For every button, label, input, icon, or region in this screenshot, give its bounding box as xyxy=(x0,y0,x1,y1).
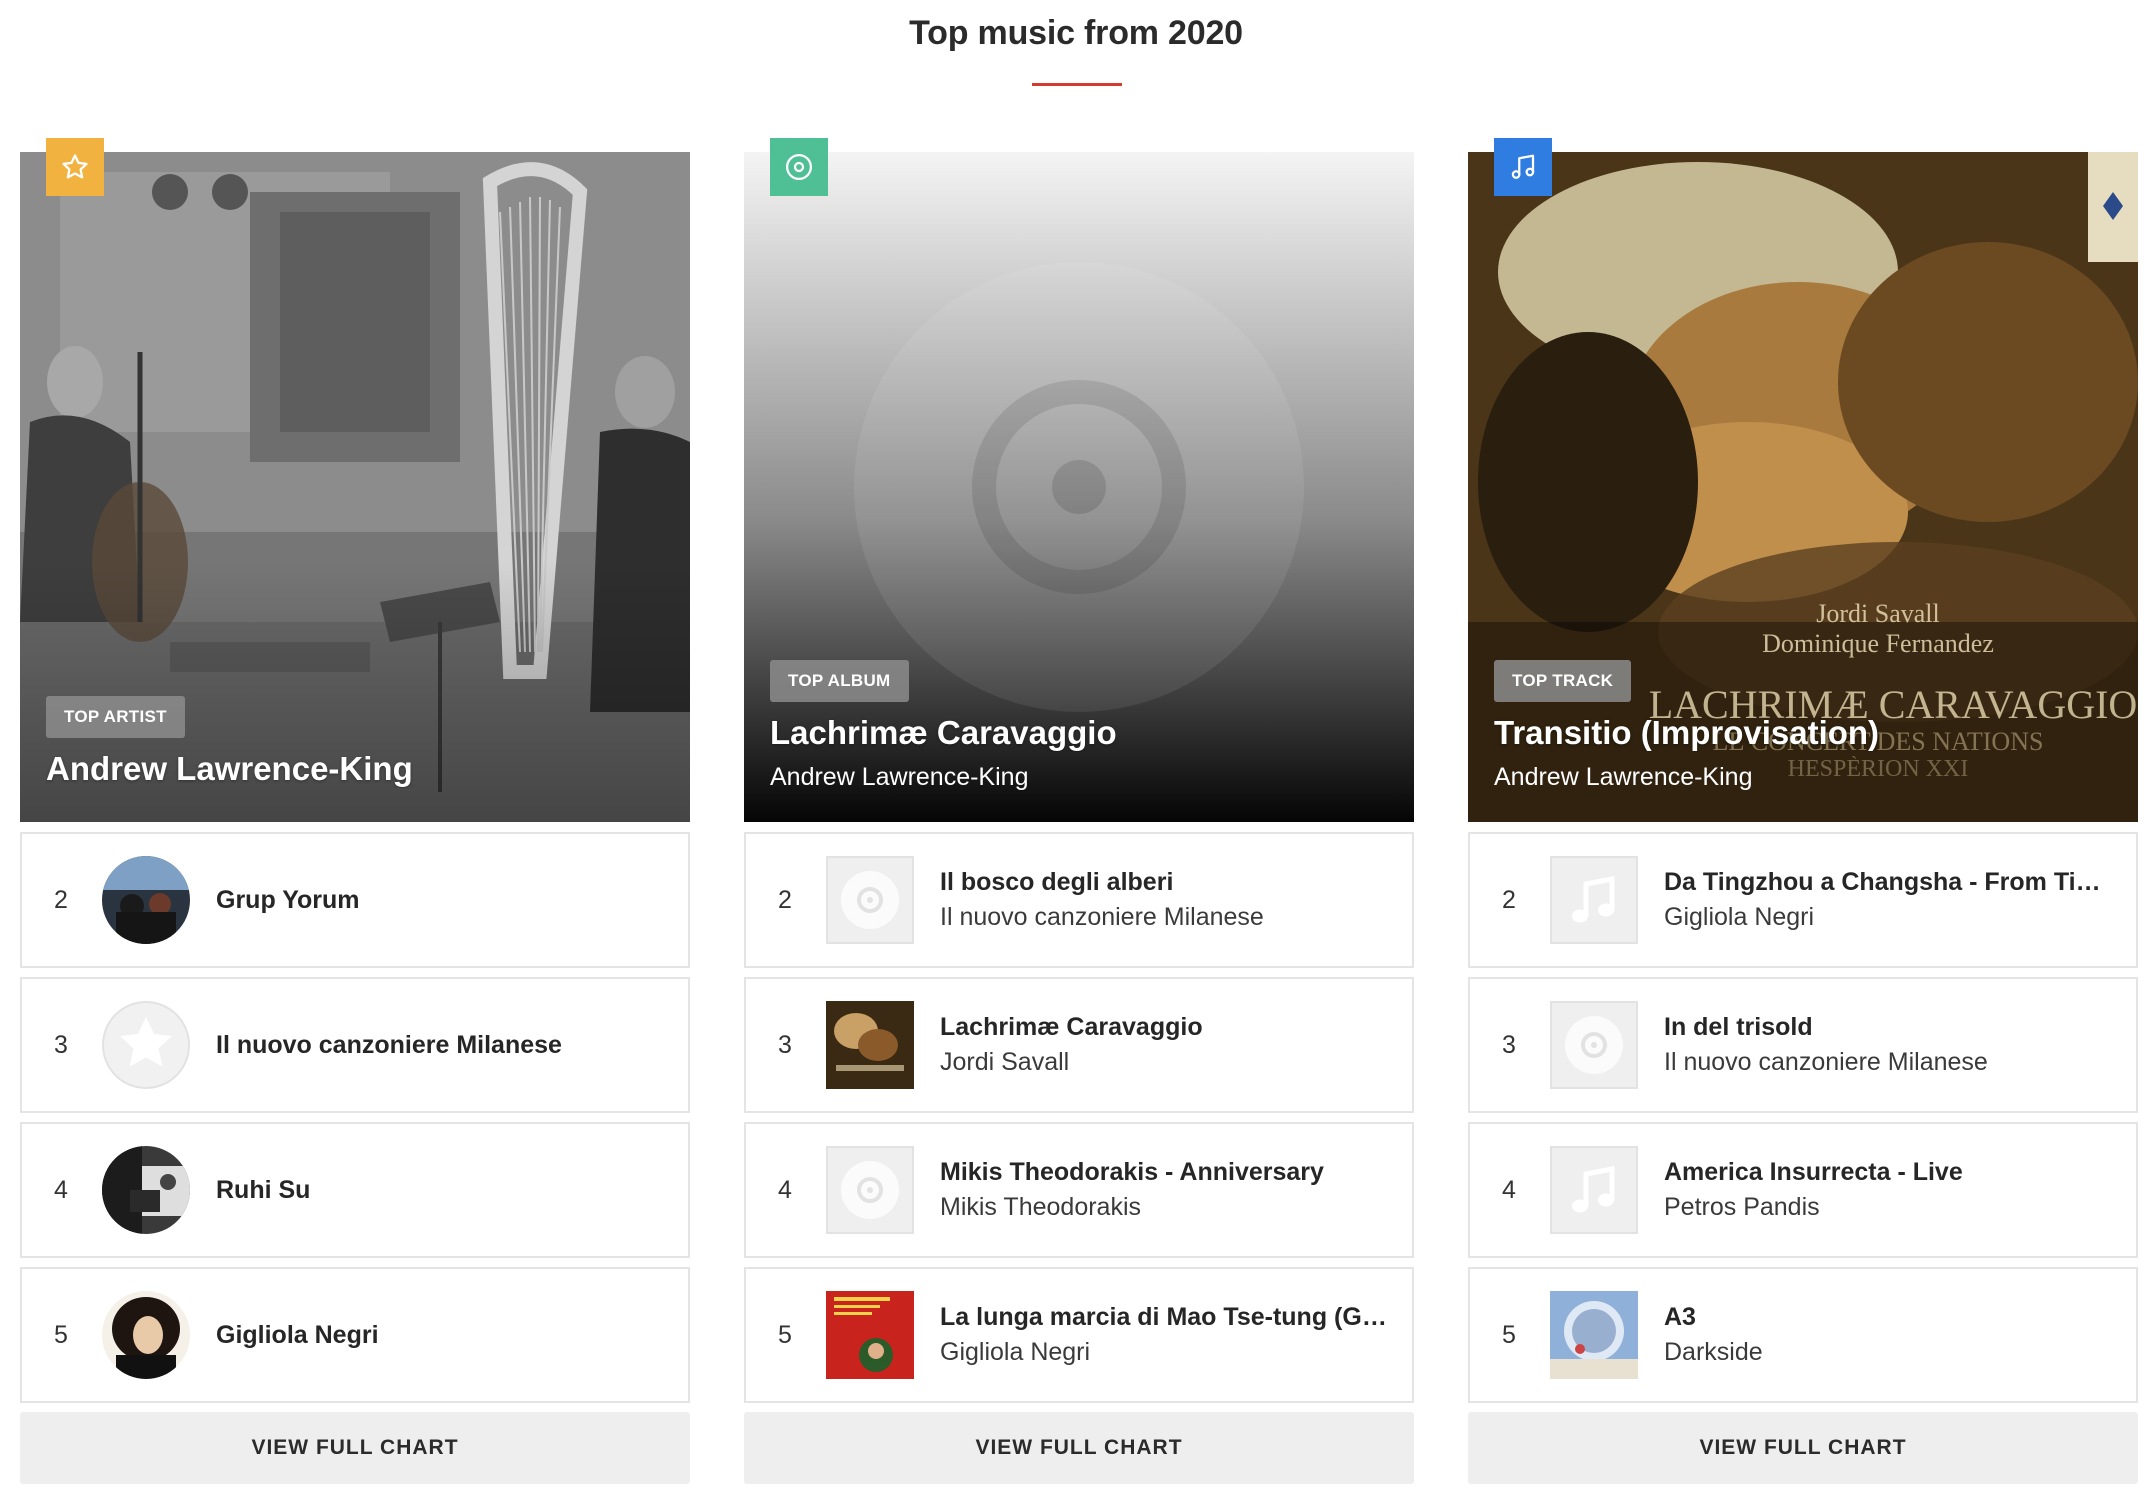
list-item[interactable]: 2 Da Tingzhou a Changsha - From Tingzhou… xyxy=(1468,832,2138,968)
item-title: A3 xyxy=(1664,1303,1696,1331)
item-title: Lachrimæ Caravaggio xyxy=(940,1013,1203,1041)
hero-type-label: TOP ALBUM xyxy=(770,660,909,702)
top-tracks-column: Jordi Savall Dominique Fernandez LACHRIM… xyxy=(1468,138,2138,1484)
item-title: Grup Yorum xyxy=(216,885,360,914)
rank-number: 2 xyxy=(778,885,792,914)
hero-type-label: TOP ARTIST xyxy=(46,696,185,738)
album-cover xyxy=(826,1001,914,1089)
item-title: America Insurrecta - Live xyxy=(1664,1158,1963,1186)
album-cover xyxy=(826,1291,914,1379)
list-item[interactable]: 3 Lachrimæ Caravaggio Jordi Savall xyxy=(744,977,1414,1113)
view-full-chart-button[interactable]: VIEW FULL CHART xyxy=(744,1412,1414,1484)
rank-number: 4 xyxy=(778,1175,792,1204)
item-title: Il nuovo canzoniere Milanese xyxy=(216,1030,562,1059)
artist-photo xyxy=(102,1146,190,1234)
view-full-chart-button[interactable]: VIEW FULL CHART xyxy=(20,1412,690,1484)
list-item[interactable]: 5 Gigliola Negri xyxy=(20,1267,690,1403)
item-title: Mikis Theodorakis - Anniversary xyxy=(940,1158,1324,1186)
title-divider xyxy=(1032,83,1122,86)
item-artist: Jordi Savall xyxy=(940,1048,1070,1076)
list-item[interactable]: 4 America Insurrecta - Live Petros Pandi… xyxy=(1468,1122,2138,1258)
list-item[interactable]: 3 In del trisold Il nuovo canzoniere Mil… xyxy=(1468,977,2138,1113)
hero-type-label: TOP TRACK xyxy=(1494,660,1632,702)
list-item[interactable]: 5 La lunga marcia di Mao Tse-tung (Gigli… xyxy=(744,1267,1414,1403)
rank-number: 3 xyxy=(1502,1030,1516,1059)
rank-number: 4 xyxy=(1502,1175,1516,1204)
artist-badge xyxy=(46,138,104,196)
list-item[interactable]: 5 A3 Darkside xyxy=(1468,1267,2138,1403)
item-artist: Il nuovo canzoniere Milanese xyxy=(1664,1048,1988,1076)
disc-placeholder-icon xyxy=(826,856,914,944)
item-title: Gigliola Negri xyxy=(216,1320,379,1349)
list-item[interactable]: 4 Mikis Theodorakis - Anniversary Mikis … xyxy=(744,1122,1414,1258)
album-cover xyxy=(1550,1291,1638,1379)
top-artists-column: TOP ARTIST Andrew Lawrence-King 2 Grup Y… xyxy=(20,138,690,1484)
item-title: La lunga marcia di Mao Tse-tung (Gigliol… xyxy=(940,1303,1388,1331)
item-artist: Darkside xyxy=(1664,1338,1763,1366)
hero-title: Transitio (Improvisation) xyxy=(1494,714,1880,751)
track-list: 2 Da Tingzhou a Changsha - From Tingzhou… xyxy=(1468,832,2138,1403)
page-header: Top music from 2020 xyxy=(0,0,2152,90)
item-artist: Il nuovo canzoniere Milanese xyxy=(940,903,1264,931)
disc-placeholder-icon xyxy=(826,1146,914,1234)
item-title: Il bosco degli alberi xyxy=(940,868,1174,896)
music-note-icon xyxy=(1511,154,1535,179)
item-artist: Mikis Theodorakis xyxy=(940,1193,1142,1221)
item-title: Ruhi Su xyxy=(216,1175,311,1204)
rank-number: 4 xyxy=(54,1175,68,1204)
cover-text: Jordi Savall xyxy=(1816,599,1940,628)
rank-number: 3 xyxy=(54,1030,68,1059)
album-badge xyxy=(770,138,828,196)
list-item[interactable]: 3 Il nuovo canzoniere Milanese xyxy=(20,977,690,1113)
hero-subtitle: Andrew Lawrence-King xyxy=(770,763,1029,791)
star-icon xyxy=(62,154,88,179)
item-artist: Gigliola Negri xyxy=(1664,903,1815,931)
artist-list: 2 Grup Yorum 3 Il nuovo canzoniere Milan… xyxy=(20,832,690,1403)
item-artist: Gigliola Negri xyxy=(940,1338,1091,1366)
item-title: In del trisold xyxy=(1664,1013,1813,1041)
rank-number: 3 xyxy=(778,1030,792,1059)
artist-photo xyxy=(102,856,190,944)
hero-title: Lachrimæ Caravaggio xyxy=(770,714,1117,751)
view-full-chart-button[interactable]: VIEW FULL CHART xyxy=(1468,1412,2138,1484)
top-track-card[interactable]: Jordi Savall Dominique Fernandez LACHRIM… xyxy=(1468,138,2138,822)
list-item[interactable]: 4 Ruhi Su xyxy=(20,1122,690,1258)
rank-number: 2 xyxy=(1502,885,1516,914)
page-title: Top music from 2020 xyxy=(909,14,1243,52)
hero-subtitle: Andrew Lawrence-King xyxy=(1494,763,1753,791)
item-artist: Petros Pandis xyxy=(1664,1193,1820,1221)
disc-icon xyxy=(786,154,812,180)
artist-photo xyxy=(102,1291,190,1379)
list-item[interactable]: 2 Il bosco degli alberi Il nuovo canzoni… xyxy=(744,832,1414,968)
rank-number: 5 xyxy=(54,1320,68,1349)
rank-number: 5 xyxy=(778,1320,792,1349)
album-list: 2 Il bosco degli alberi Il nuovo canzoni… xyxy=(744,832,1414,1403)
hero-title: Andrew Lawrence-King xyxy=(46,750,413,787)
top-artist-card[interactable]: TOP ARTIST Andrew Lawrence-King xyxy=(20,138,690,822)
cover-text: Dominique Fernandez xyxy=(1762,629,1994,658)
note-placeholder-icon xyxy=(1550,856,1638,944)
disc-placeholder-icon xyxy=(1550,1001,1638,1089)
item-title: Da Tingzhou a Changsha - From Tingzhou t… xyxy=(1664,868,2112,896)
top-albums-column: TOP ALBUM Lachrimæ Caravaggio Andrew Law… xyxy=(744,138,1414,1484)
rank-number: 5 xyxy=(1502,1320,1516,1349)
note-placeholder-icon xyxy=(1550,1146,1638,1234)
rank-number: 2 xyxy=(54,885,68,914)
top-album-card[interactable]: TOP ALBUM Lachrimæ Caravaggio Andrew Law… xyxy=(744,138,1414,822)
star-placeholder-icon xyxy=(102,1001,190,1089)
list-item[interactable]: 2 Grup Yorum xyxy=(20,832,690,968)
track-badge xyxy=(1494,138,1552,196)
